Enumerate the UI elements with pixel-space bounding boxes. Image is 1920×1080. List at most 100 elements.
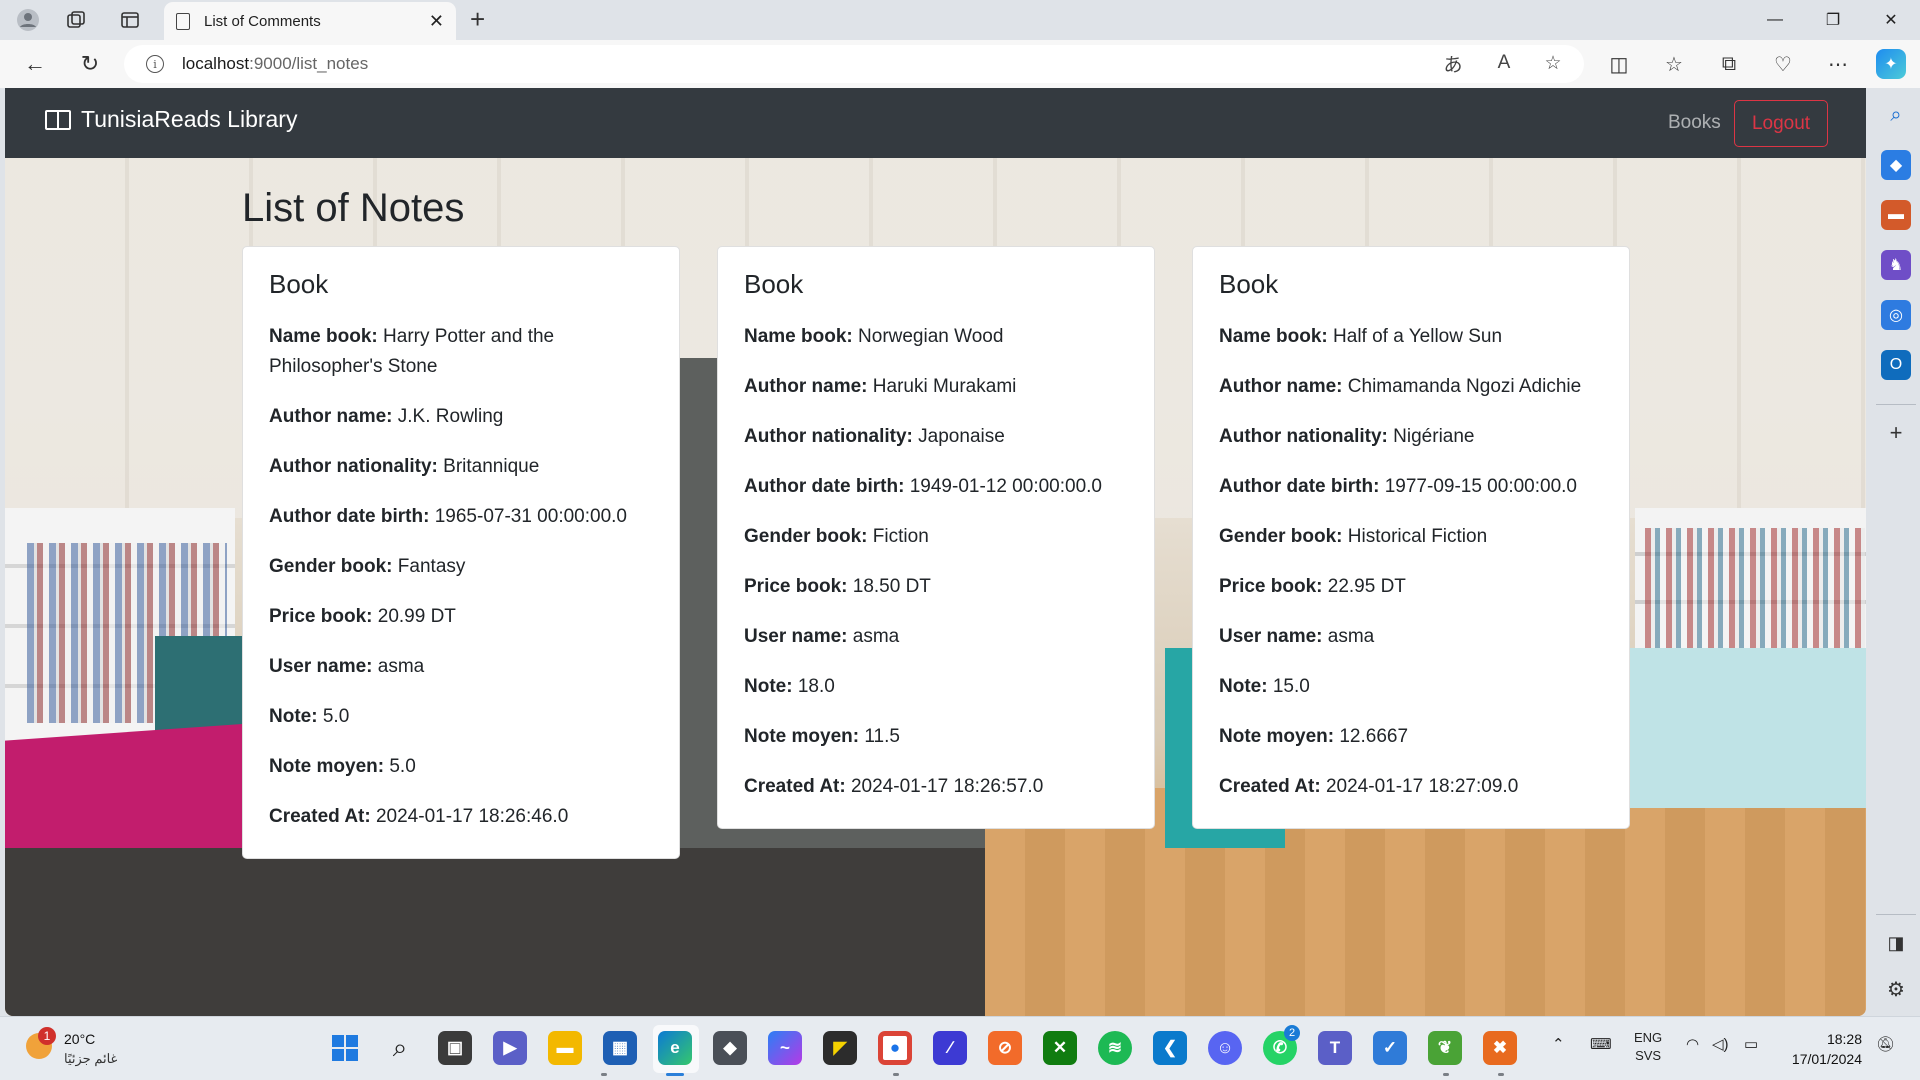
- add-icon[interactable]: +: [1881, 418, 1911, 448]
- books-nav-link[interactable]: Books: [1668, 112, 1721, 134]
- store-icon[interactable]: ▦: [603, 1031, 637, 1065]
- messenger-icon[interactable]: ~: [768, 1031, 802, 1065]
- language-code: ENG: [1634, 1030, 1663, 1045]
- created-at-field: Created At: 2024-01-17 18:27:09.0: [1219, 772, 1603, 802]
- games-icon[interactable]: ♞: [1881, 250, 1911, 280]
- created-at-field: Created At: 2024-01-17 18:26:57.0: [744, 772, 1128, 802]
- browser-essentials-icon[interactable]: ♡: [1768, 49, 1798, 79]
- field-label: Gender book:: [1219, 526, 1343, 547]
- copilot-icon[interactable]: ✦: [1876, 49, 1906, 79]
- language-indicator[interactable]: ENG SVS: [1634, 1029, 1662, 1065]
- todo-icon[interactable]: ✓: [1373, 1031, 1407, 1065]
- weather-widget[interactable]: 1 20°C غائم جزئيًا: [22, 1027, 142, 1071]
- vscode-icon[interactable]: ❮: [1153, 1031, 1187, 1065]
- clock-time: 18:28: [1826, 1031, 1862, 1047]
- field-value: 20.99 DT: [377, 606, 456, 627]
- field-value: Norwegian Wood: [858, 326, 1004, 347]
- more-options-icon[interactable]: ⋯: [1823, 49, 1853, 79]
- refresh-icon[interactable]: ↻: [75, 50, 105, 78]
- collections-icon[interactable]: ⧉: [1714, 49, 1744, 79]
- field-value: Historical Fiction: [1347, 526, 1488, 547]
- field-label: Created At:: [744, 776, 846, 797]
- field-label: Created At:: [1219, 776, 1321, 797]
- hide-sidebar-icon[interactable]: ◨: [1881, 928, 1911, 958]
- workspaces-icon[interactable]: [62, 6, 90, 34]
- background-counter: [1625, 648, 1866, 808]
- active-tab[interactable]: List of Comments ✕: [164, 2, 456, 40]
- keyboard-layout: SVS: [1635, 1048, 1662, 1063]
- running-indicator: [601, 1073, 607, 1076]
- sticky-notes-icon[interactable]: ◤: [823, 1031, 857, 1065]
- field-label: Price book:: [1219, 576, 1323, 597]
- minimize-button[interactable]: —: [1752, 6, 1798, 34]
- show-hidden-icons-icon[interactable]: ⌃: [1552, 1035, 1565, 1053]
- greenfoot-icon[interactable]: ❦: [1428, 1031, 1462, 1065]
- favorite-star-icon[interactable]: ☆: [1538, 48, 1568, 78]
- search-icon[interactable]: ⌕: [383, 1031, 417, 1065]
- page-title: List of Notes: [242, 186, 465, 230]
- teams-icon[interactable]: T: [1318, 1031, 1352, 1065]
- close-window-button[interactable]: ✕: [1868, 6, 1914, 34]
- read-aloud-icon[interactable]: A: [1489, 48, 1519, 78]
- battery-icon[interactable]: ▭: [1744, 1035, 1758, 1053]
- xampp-icon[interactable]: ✖: [1483, 1031, 1517, 1065]
- shopping-icon[interactable]: ◆: [1881, 150, 1911, 180]
- close-tab-icon[interactable]: ✕: [429, 11, 444, 32]
- note-card: Book Name book: Norwegian Wood Author na…: [717, 246, 1155, 829]
- field-label: User name:: [269, 656, 373, 677]
- back-icon[interactable]: ←: [20, 50, 50, 78]
- field-label: Note moyen:: [269, 756, 385, 777]
- url-input[interactable]: i localhost:9000/list_notes: [124, 45, 1584, 83]
- price-book-field: Price book: 18.50 DT: [744, 572, 1128, 602]
- edge-browser-icon[interactable]: e: [658, 1031, 692, 1065]
- profile-icon[interactable]: [14, 6, 42, 34]
- name-book-field: Name book: Half of a Yellow Sun: [1219, 322, 1603, 352]
- microsoft-365-icon[interactable]: ◎: [1881, 300, 1911, 330]
- spotify-icon[interactable]: ≋: [1098, 1031, 1132, 1065]
- vertical-tabs-icon[interactable]: [116, 6, 144, 34]
- tools-icon[interactable]: ▬: [1881, 200, 1911, 230]
- field-label: Price book:: [269, 606, 373, 627]
- favorites-icon[interactable]: ☆: [1659, 49, 1689, 79]
- unity-icon[interactable]: ◆: [713, 1031, 747, 1065]
- task-view-icon[interactable]: ▣: [438, 1031, 472, 1065]
- mathcad-icon[interactable]: ∕: [933, 1031, 967, 1065]
- field-label: Author nationality:: [269, 456, 438, 477]
- wifi-icon[interactable]: ◠: [1686, 1035, 1699, 1053]
- translate-icon[interactable]: あ: [1438, 48, 1468, 78]
- volume-icon[interactable]: ◁): [1712, 1035, 1729, 1053]
- field-label: Name book:: [269, 326, 378, 347]
- settings-gear-icon[interactable]: ⚙: [1881, 974, 1911, 1004]
- url-path: :9000/list_notes: [249, 54, 369, 73]
- brand-name: TunisiaReads Library: [81, 106, 298, 132]
- weather-temperature: 20°C: [64, 1031, 96, 1047]
- weather-condition: غائم جزئيًا: [64, 1051, 118, 1066]
- keyboard-icon[interactable]: ⌨: [1590, 1035, 1612, 1053]
- note-field: Note: 5.0: [269, 702, 653, 732]
- logout-button[interactable]: Logout: [1734, 100, 1828, 147]
- start-icon[interactable]: [328, 1031, 362, 1065]
- user-name-field: User name: asma: [269, 652, 653, 682]
- field-value: 22.95 DT: [1327, 576, 1406, 597]
- field-value: 18.0: [797, 676, 835, 697]
- sidebar-divider: [1876, 914, 1916, 915]
- field-value: 2024-01-17 18:26:46.0: [375, 806, 569, 827]
- discord-icon[interactable]: ☺: [1208, 1031, 1242, 1065]
- search-icon[interactable]: ⌕: [1881, 100, 1911, 130]
- file-explorer-icon[interactable]: ▬: [548, 1031, 582, 1065]
- brand-link[interactable]: TunisiaReads Library: [45, 106, 297, 133]
- notifications-bell-icon[interactable]: 🔕︎: [1876, 1035, 1895, 1053]
- split-screen-icon[interactable]: ◫: [1604, 49, 1634, 79]
- new-tab-button[interactable]: +: [470, 6, 485, 32]
- xbox-icon[interactable]: ✕: [1043, 1031, 1077, 1065]
- site-info-icon[interactable]: i: [146, 55, 164, 73]
- restore-button[interactable]: ❐: [1810, 6, 1856, 34]
- chrome-icon[interactable]: ●: [878, 1031, 912, 1065]
- windows-taskbar: 1 20°C غائم جزئيًا ⌕ ▣ ▶ ▬ ▦ e ◆ ~ ◤ ● ∕…: [0, 1016, 1920, 1080]
- field-value: 15.0: [1272, 676, 1310, 697]
- author-name-field: Author name: Haruki Murakami: [744, 372, 1128, 402]
- clock[interactable]: 18:28 17/01/2024: [1780, 1029, 1862, 1069]
- outlook-icon[interactable]: O: [1881, 350, 1911, 380]
- meet-chat-icon[interactable]: ▶: [493, 1031, 527, 1065]
- postman-icon[interactable]: ⊘: [988, 1031, 1022, 1065]
